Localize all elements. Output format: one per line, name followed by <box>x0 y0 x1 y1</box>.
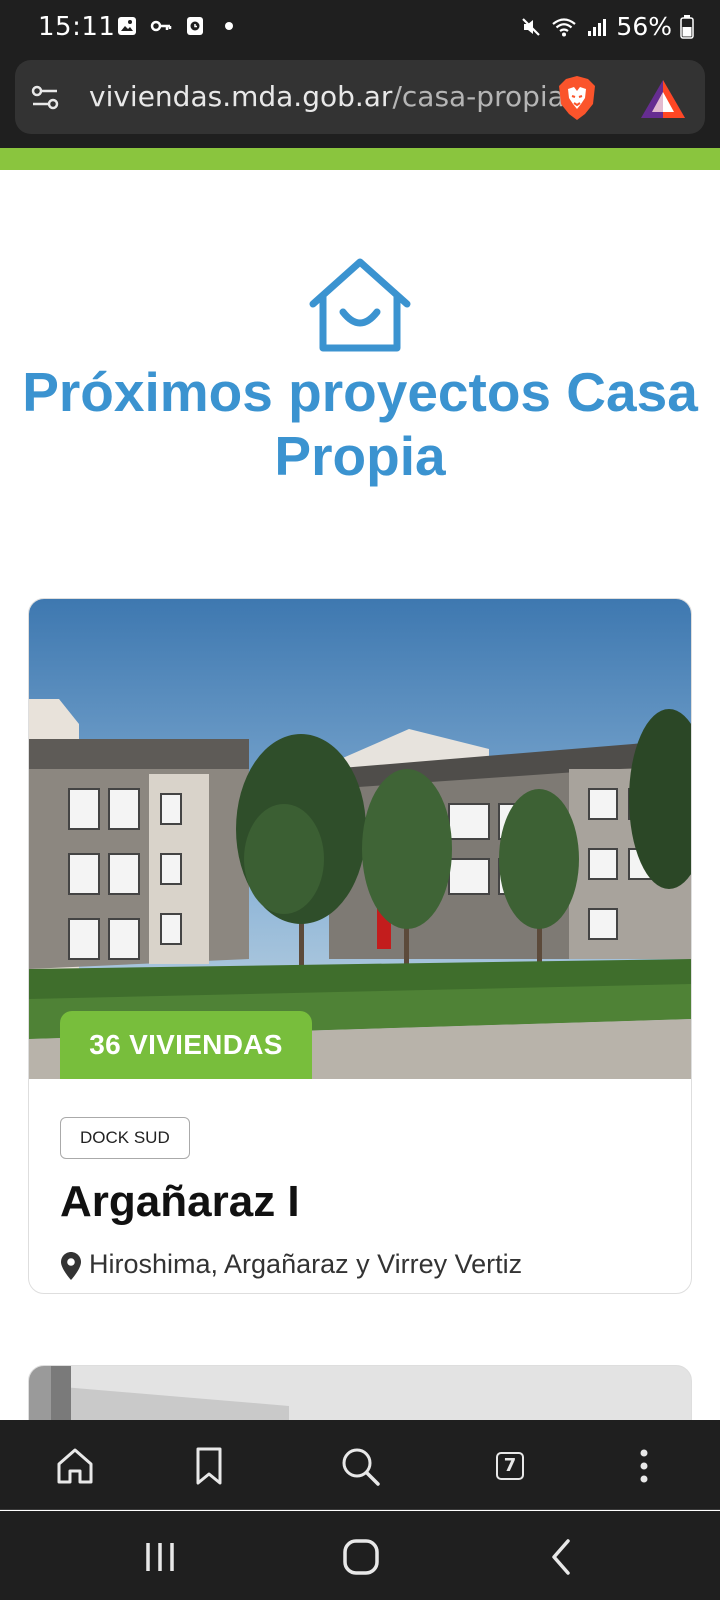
battery-percent: 56% <box>616 12 672 41</box>
project-rendering-image <box>29 599 691 1079</box>
signal-icon <box>588 18 607 36</box>
page-title: Próximos proyectos Casa Propia <box>20 360 700 488</box>
more-icon[interactable] <box>620 1442 668 1490</box>
back-icon[interactable] <box>538 1533 586 1581</box>
address-bar[interactable]: viviendas.mda.gob.ar/casa-propia <box>15 60 705 134</box>
image-icon <box>118 17 136 35</box>
notification-icons <box>116 15 240 37</box>
house-icon <box>309 258 411 352</box>
battery-icon <box>680 14 694 39</box>
home-circle-icon[interactable] <box>337 1533 385 1581</box>
url-text[interactable]: viviendas.mda.gob.ar/casa-propia <box>89 80 565 113</box>
search-icon[interactable] <box>336 1442 384 1490</box>
mute-icon <box>522 17 541 36</box>
status-time: 15:11 <box>38 12 116 42</box>
header-accent-strip <box>0 148 720 170</box>
dot-icon <box>225 22 233 30</box>
key-icon <box>150 20 172 32</box>
page-title-regular: Próximos proyectos <box>22 361 567 423</box>
browser-toolbar: 7 <box>0 1420 720 1510</box>
tabs-count: 7 <box>496 1452 524 1480</box>
site-settings-icon[interactable] <box>29 82 61 114</box>
tabs-icon[interactable]: 7 <box>486 1442 534 1490</box>
location-tag: DOCK SUD <box>60 1117 190 1159</box>
browser-address-area: viviendas.mda.gob.ar/casa-propia <box>0 52 720 148</box>
brave-shields-icon[interactable] <box>555 74 599 122</box>
bookmark-icon[interactable] <box>185 1442 233 1490</box>
system-navigation-bar <box>0 1511 720 1600</box>
url-domain: viviendas.mda.gob.ar <box>89 80 393 113</box>
page-content: Próximos proyectos Casa Propia 36 VIVIEN… <box>0 170 720 1420</box>
status-bar: 15:11 56% <box>0 0 720 52</box>
project-title[interactable]: Argañaraz I <box>60 1177 300 1227</box>
home-icon[interactable] <box>51 1442 99 1490</box>
project-card[interactable]: 36 VIVIENDAS DOCK SUD Argañaraz I Hirosh… <box>28 598 692 1294</box>
units-badge: 36 VIVIENDAS <box>60 1011 312 1079</box>
url-path: /casa-propia <box>392 80 565 113</box>
project-address: Hiroshima, Argañaraz y Virrey Vertiz <box>89 1249 523 1279</box>
brave-rewards-icon[interactable] <box>639 78 687 120</box>
map-pin-icon <box>61 1252 81 1280</box>
clock-app-icon <box>187 17 203 35</box>
project-card-next[interactable] <box>28 1365 692 1420</box>
wifi-icon <box>552 17 577 36</box>
project-rendering-image-next <box>29 1366 691 1420</box>
recent-apps-icon[interactable] <box>136 1533 184 1581</box>
system-icons: 56% <box>520 12 694 41</box>
